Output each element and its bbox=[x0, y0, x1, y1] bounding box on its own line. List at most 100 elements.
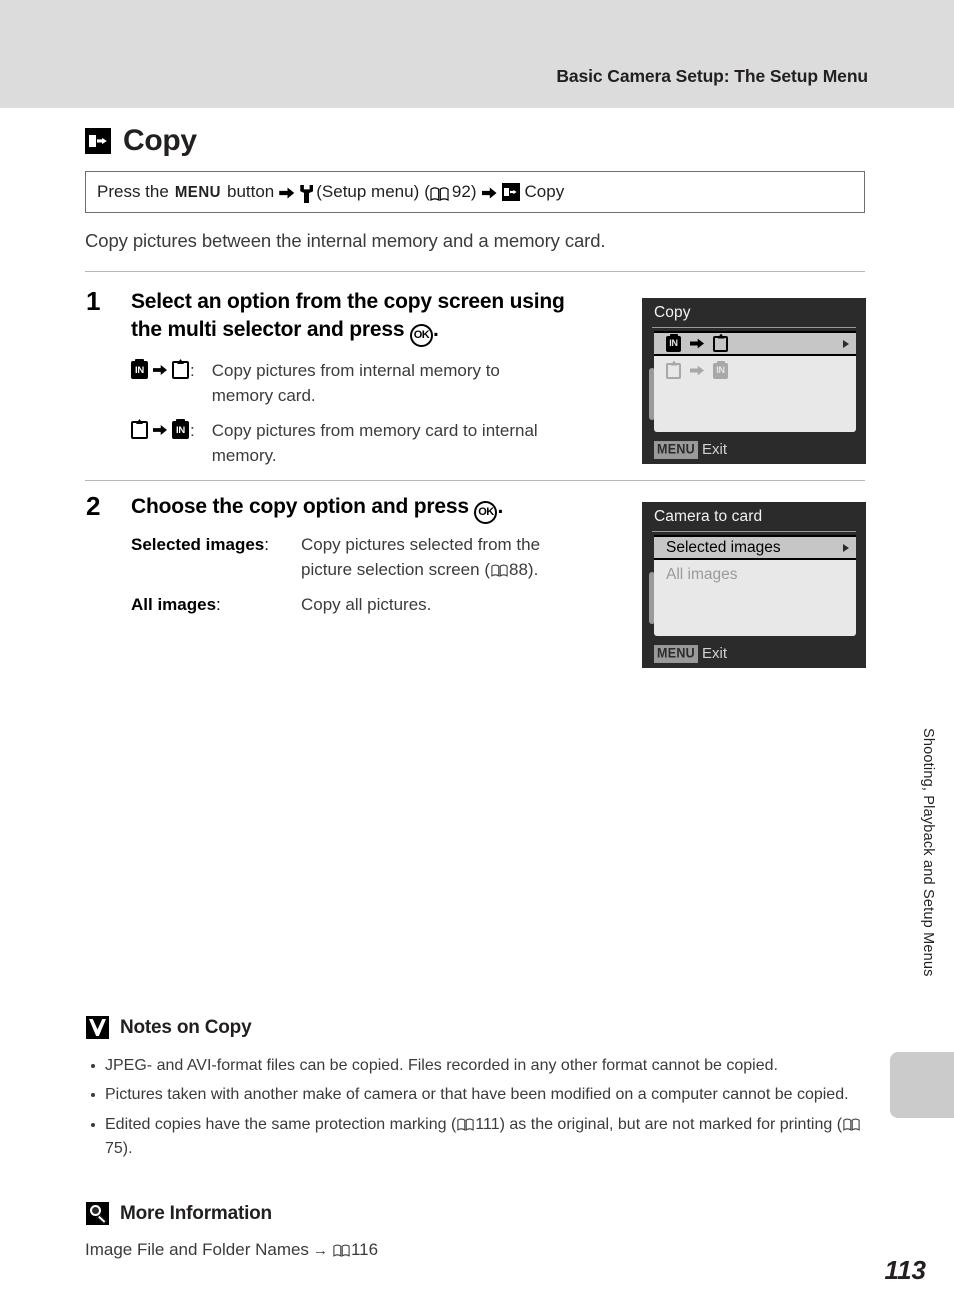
ok-button-icon: OK bbox=[409, 323, 433, 347]
step-1-heading-line2: the multi selector and press bbox=[131, 317, 405, 341]
magnifier-icon bbox=[86, 1202, 109, 1225]
ok-button-icon: OK bbox=[474, 501, 498, 524]
step-2-heading-end: . bbox=[497, 495, 504, 518]
paren-close: ) bbox=[470, 182, 477, 201]
intro-text: Copy pictures between the internal memor… bbox=[85, 230, 606, 251]
lcd-row-icons: IN bbox=[654, 333, 728, 352]
page-title: Copy bbox=[85, 124, 197, 158]
lcd-title-underline bbox=[652, 327, 856, 328]
menu-badge: MENU bbox=[654, 440, 699, 459]
internal-memory-icon bbox=[172, 419, 189, 439]
step-2-def-1-term: Selected images: bbox=[131, 533, 301, 582]
page-title-text: Copy bbox=[123, 124, 197, 157]
step-1-def-2-colon: : bbox=[190, 421, 195, 440]
menu-path-copy-label: Copy bbox=[524, 182, 565, 201]
caution-check-icon bbox=[86, 1016, 109, 1039]
book-icon bbox=[333, 1242, 350, 1257]
lcd-row-all-images-label: All images bbox=[666, 565, 738, 583]
step-1-number: 1 bbox=[86, 286, 101, 316]
arrow-right-thin-icon: → bbox=[312, 1242, 328, 1259]
menu-badge: MENU bbox=[654, 644, 699, 663]
step-2-def-1-desc-post: ). bbox=[527, 559, 539, 579]
memory-card-icon bbox=[666, 362, 681, 379]
more-information-entry-text: Image File and Folder Names bbox=[85, 1240, 309, 1259]
notes-on-copy-list: JPEG- and AVI-format files can be copied… bbox=[88, 1054, 870, 1166]
step-2-def-1-desc-line2-pre: picture selection screen ( bbox=[301, 559, 490, 579]
step-2-def-1-label: Selected images bbox=[131, 535, 265, 554]
step-2-def-1-desc-page: 88 bbox=[508, 559, 528, 579]
note-item-3-mid: ) as the original, but are not marked fo… bbox=[499, 1115, 843, 1133]
lcd-footer-copy: MENU Exit bbox=[654, 440, 727, 459]
step-2-def-2-desc-line1: Copy all pictures. bbox=[301, 595, 432, 614]
lcd-row-all-images[interactable]: All images bbox=[654, 562, 856, 587]
copy-icon-inline bbox=[501, 183, 520, 201]
step-2-heading: Choose the copy option and press OK. bbox=[131, 493, 601, 524]
menu-path-box: Press the MENU button (Setup menu) ( 92 … bbox=[85, 171, 865, 213]
more-information-title: More Information bbox=[120, 1202, 272, 1224]
memory-card-icon bbox=[713, 335, 728, 352]
arrow-right-icon bbox=[153, 364, 167, 376]
lcd-row-card-to-internal[interactable]: IN bbox=[654, 358, 856, 383]
running-header-band bbox=[0, 0, 954, 108]
arrow-right-icon bbox=[690, 338, 704, 349]
step-1-def-2-desc-line2: memory. bbox=[211, 445, 277, 465]
lcd-row-internal-to-card[interactable]: IN bbox=[654, 331, 856, 356]
step-2-def-2-colon: : bbox=[216, 595, 221, 614]
step-1-heading: Select an option from the copy screen us… bbox=[131, 288, 601, 347]
note-item-2-text: Pictures taken with another make of came… bbox=[105, 1086, 849, 1104]
step-1-def-1-term: : bbox=[131, 359, 195, 408]
chevron-right-icon bbox=[843, 339, 849, 348]
lcd-title-underline bbox=[652, 531, 856, 532]
note-item-1-text: JPEG- and AVI-format files can be copied… bbox=[105, 1057, 778, 1074]
note-item-3-post: ). bbox=[122, 1139, 133, 1157]
arrow-right-icon bbox=[279, 187, 295, 199]
menu-path-page-ref: 92 bbox=[451, 182, 471, 201]
step-1-def-1-colon: : bbox=[190, 361, 195, 380]
lcd-footer-exit-label: Exit bbox=[702, 645, 728, 662]
lcd-row-icons: IN bbox=[654, 360, 728, 379]
memory-card-icon bbox=[131, 421, 148, 439]
wrench-icon bbox=[300, 185, 313, 203]
divider-step2 bbox=[85, 480, 865, 481]
book-icon bbox=[491, 560, 508, 577]
arrow-right-icon-2 bbox=[481, 187, 497, 199]
step-2-number: 2 bbox=[86, 491, 101, 521]
more-information-heading: More Information bbox=[86, 1202, 272, 1225]
lcd-row-selected-images-label: Selected images bbox=[666, 538, 781, 556]
notes-on-copy-heading: Notes on Copy bbox=[86, 1016, 252, 1039]
note-item-3-pre: Edited copies have the same protection m… bbox=[105, 1115, 457, 1133]
step-1-def-2-term: : bbox=[131, 419, 195, 468]
lcd-screen-camera-to-card: Camera to card Selected images All image… bbox=[642, 502, 866, 668]
book-icon bbox=[843, 1115, 860, 1131]
lcd-footer-camera-to-card: MENU Exit bbox=[654, 644, 728, 663]
side-tab-vertical-label: Shooting, Playback and Setup Menus bbox=[920, 728, 936, 977]
menu-path-prefix: Press the bbox=[97, 182, 169, 201]
list-item: JPEG- and AVI-format files can be copied… bbox=[88, 1054, 870, 1078]
lcd-body-camera-to-card: Selected images All images bbox=[654, 535, 856, 636]
internal-memory-icon: IN bbox=[666, 333, 681, 352]
copy-icon bbox=[85, 128, 111, 154]
divider-step1 bbox=[85, 271, 865, 272]
lcd-title-camera-to-card: Camera to card bbox=[654, 508, 763, 525]
more-information-entry: Image File and Folder Names → 116 bbox=[85, 1240, 378, 1260]
step-1-definition-2: : Copy pictures from memory card to inte… bbox=[131, 419, 538, 468]
step-1-heading-line1: Select an option from the copy screen us… bbox=[131, 290, 565, 313]
menu-path-button-word: button bbox=[226, 182, 275, 201]
page-number: 113 bbox=[884, 1255, 926, 1285]
book-icon bbox=[430, 187, 449, 201]
step-2-def-1-colon: : bbox=[264, 535, 269, 554]
step-1-def-2-desc-line1: Copy pictures from memory card to intern… bbox=[211, 421, 538, 440]
note-item-3-ref2: 75 bbox=[105, 1139, 123, 1157]
more-information-entry-page: 116 bbox=[350, 1240, 379, 1259]
internal-memory-icon bbox=[131, 359, 148, 379]
step-1-heading-end: . bbox=[432, 317, 439, 341]
step-2-definition-2: All images: Copy all pictures. bbox=[131, 593, 431, 618]
step-2-def-2-term: All images: bbox=[131, 593, 301, 618]
lcd-screen-copy: Copy IN IN MENU Exit bbox=[642, 298, 866, 464]
notes-on-copy-title: Notes on Copy bbox=[120, 1016, 252, 1038]
step-2-def-2-desc: Copy all pictures. bbox=[301, 593, 431, 618]
step-2-def-1-desc: Copy pictures selected from the picture … bbox=[301, 533, 540, 582]
lcd-row-selected-images[interactable]: Selected images bbox=[654, 535, 856, 560]
step-1-def-1-desc-line1: Copy pictures from internal memory to bbox=[211, 361, 500, 380]
step-2-heading-line1: Choose the copy option and press bbox=[131, 495, 469, 518]
